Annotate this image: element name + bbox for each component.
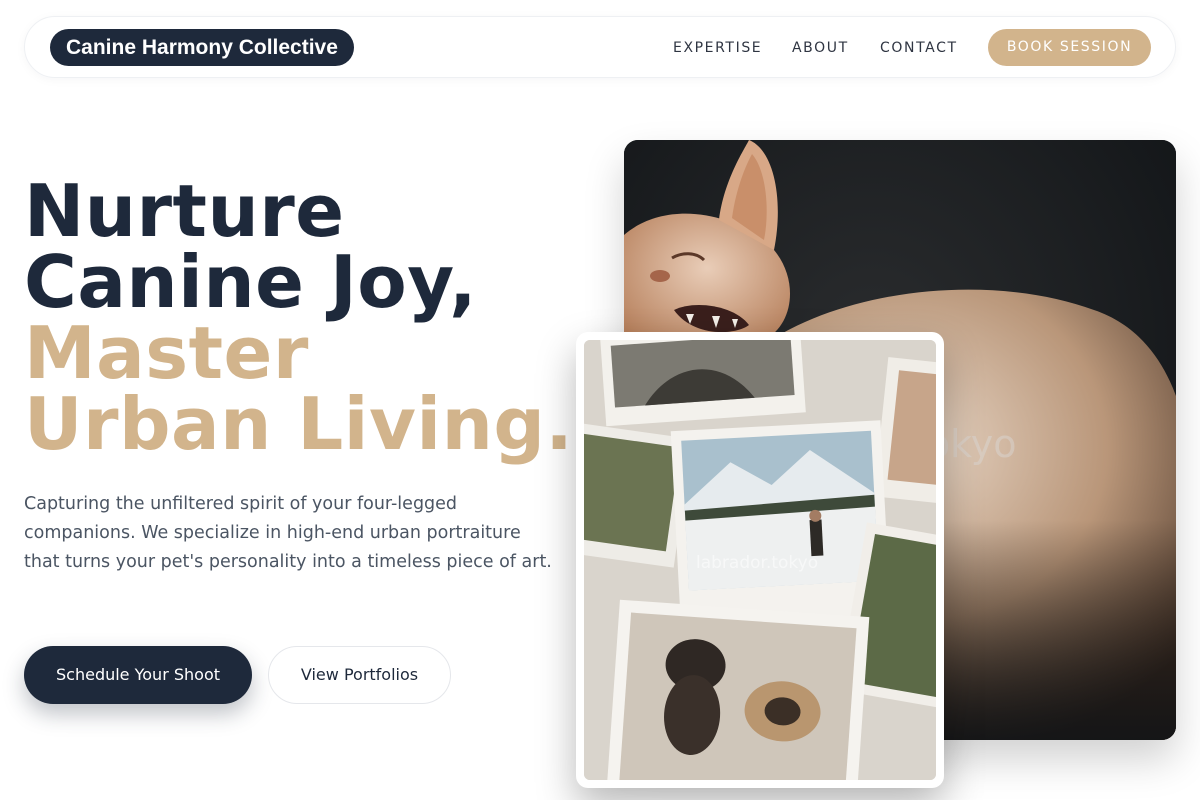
view-portfolios-button[interactable]: View Portfolios [268, 646, 451, 704]
page: Canine Harmony Collective EXPERTISE ABOU… [0, 0, 1200, 800]
nav-link-about[interactable]: ABOUT [792, 17, 849, 79]
inset-photo-watermark: labrador.tokyo [696, 553, 819, 573]
headline-line-1: Nurture [24, 169, 345, 253]
hero-description: Capturing the unfiltered spirit of your … [24, 494, 552, 572]
hero-headline: Nurture Canine Joy, Master Urban Living. [24, 169, 584, 466]
headline-line-3: Master [24, 311, 309, 395]
hero-inset-photo: labrador.tokyo [584, 340, 936, 780]
schedule-shoot-button[interactable]: Schedule Your Shoot [24, 646, 252, 704]
nav-link-contact[interactable]: CONTACT [880, 17, 958, 79]
book-session-button[interactable]: BOOK SESSION [988, 29, 1151, 66]
headline-line-4: Urban Living. [24, 382, 574, 466]
top-navigation: Canine Harmony Collective EXPERTISE ABOU… [24, 16, 1176, 78]
headline-line-2: Canine Joy, [24, 240, 477, 324]
hero-inset-photo-frame: labrador.tokyo [576, 332, 944, 788]
brand-logo[interactable]: Canine Harmony Collective [50, 29, 354, 66]
nav-link-expertise[interactable]: EXPERTISE [673, 17, 762, 79]
